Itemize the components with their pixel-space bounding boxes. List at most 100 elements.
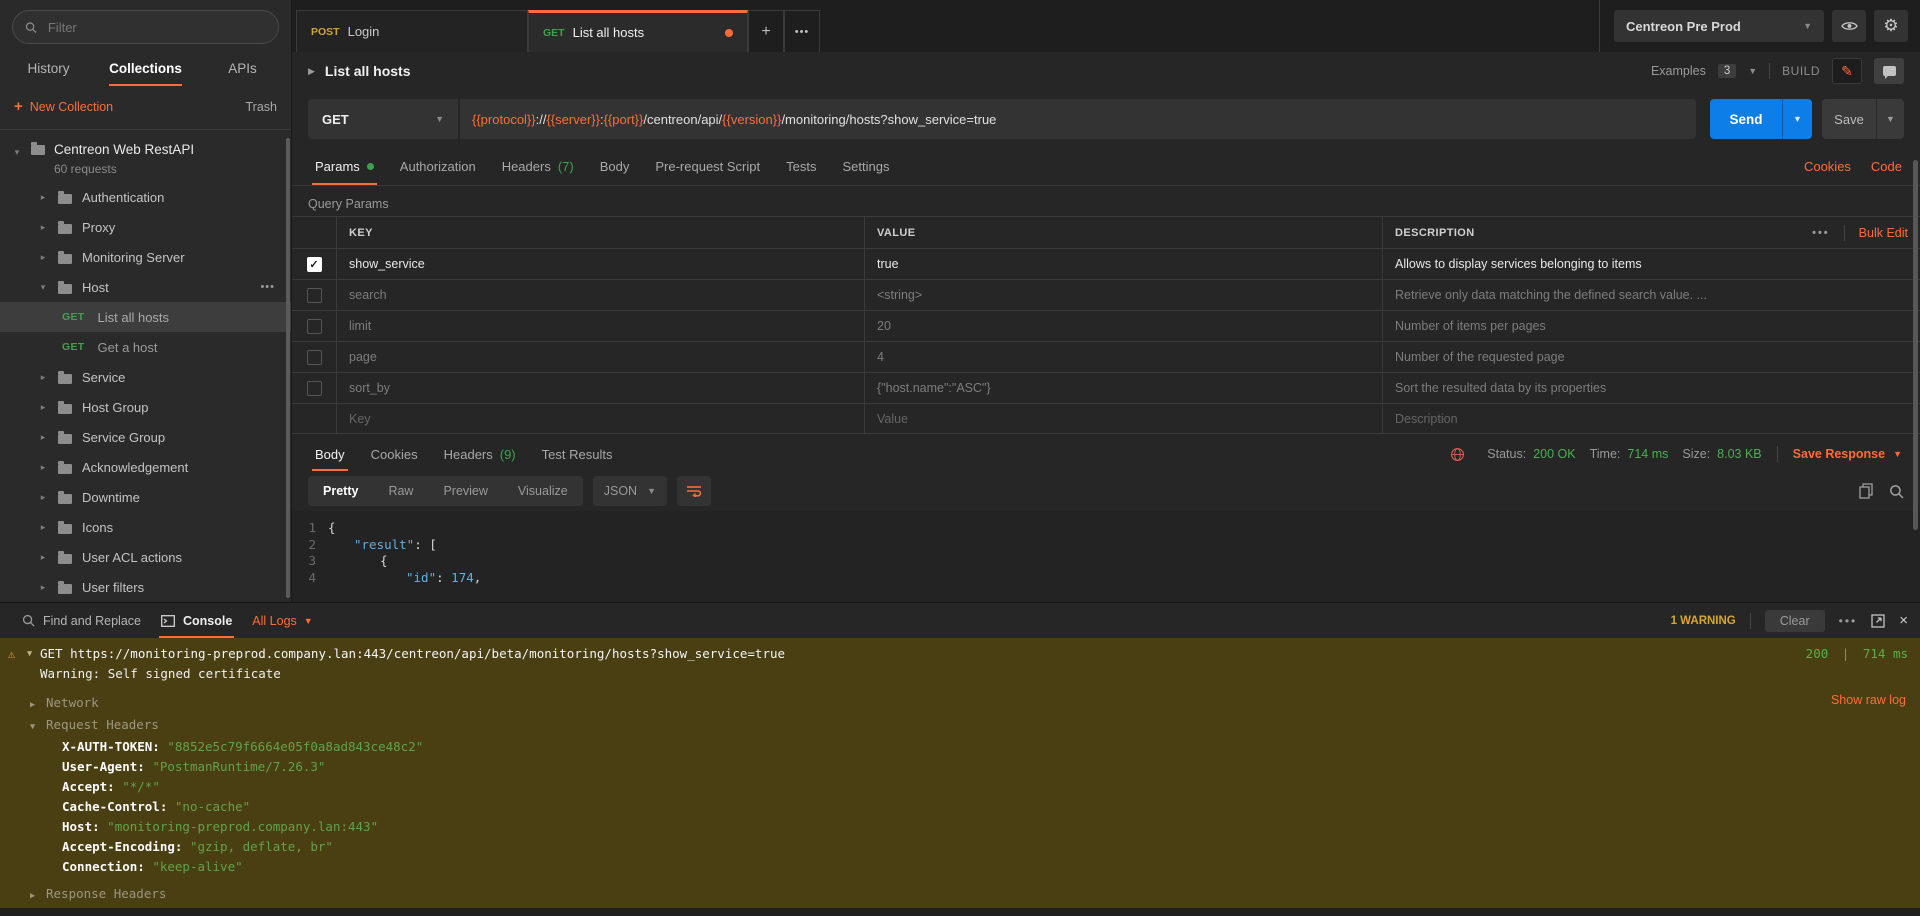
params-options-button[interactable]: ••• bbox=[1812, 227, 1830, 239]
param-value[interactable]: {"host.name":"ASC"} bbox=[864, 373, 1382, 403]
sidebar-item-host[interactable]: ▾Host ••• bbox=[0, 272, 291, 302]
new-collection-button[interactable]: + New Collection bbox=[14, 98, 113, 115]
bulk-edit-link[interactable]: Bulk Edit bbox=[1859, 226, 1908, 240]
format-selector[interactable]: JSON ▼ bbox=[593, 476, 667, 506]
show-raw-log-link[interactable]: Show raw log bbox=[1831, 690, 1906, 710]
param-key[interactable]: search bbox=[336, 280, 864, 310]
close-console-icon[interactable]: × bbox=[1899, 612, 1908, 629]
param-key[interactable]: limit bbox=[336, 311, 864, 341]
clear-console-button[interactable]: Clear bbox=[1765, 610, 1825, 632]
param-value[interactable]: true bbox=[864, 249, 1382, 279]
sidebar-item-proxy[interactable]: ▸Proxy bbox=[0, 212, 291, 242]
checkbox-unchecked[interactable] bbox=[307, 350, 322, 365]
param-key[interactable]: sort_by bbox=[336, 373, 864, 403]
tab-settings[interactable]: Settings bbox=[829, 148, 902, 185]
copy-icon[interactable] bbox=[1859, 483, 1873, 499]
console-log[interactable]: ⚠ ▼ GET https://monitoring-preprod.compa… bbox=[0, 638, 1920, 908]
tab-params[interactable]: Params bbox=[302, 148, 387, 185]
console-response-headers-group[interactable]: ▶Response Headers bbox=[0, 884, 1920, 906]
sidebar-item-service-group[interactable]: ▸Service Group bbox=[0, 422, 291, 452]
sidebar-item-user-acl-actions[interactable]: ▸User ACL actions bbox=[0, 542, 291, 572]
method-selector[interactable]: GET ▼ bbox=[308, 99, 458, 139]
response-tab-body[interactable]: Body bbox=[302, 437, 358, 471]
param-key[interactable]: page bbox=[336, 342, 864, 372]
code-link[interactable]: Code bbox=[1871, 159, 1902, 174]
tab-list-all-hosts[interactable]: GET List all hosts bbox=[528, 10, 748, 52]
tab-history[interactable]: History bbox=[0, 52, 97, 84]
param-value[interactable]: 20 bbox=[864, 311, 1382, 341]
cookies-link[interactable]: Cookies bbox=[1804, 159, 1851, 174]
sidebar-item-monitoring-server[interactable]: ▸Monitoring Server bbox=[0, 242, 291, 272]
environment-quick-look-button[interactable] bbox=[1832, 10, 1866, 42]
sidebar-scrollbar[interactable] bbox=[286, 138, 290, 598]
sidebar-item-authentication[interactable]: ▸Authentication bbox=[0, 182, 291, 212]
tab-headers[interactable]: Headers(7) bbox=[489, 148, 587, 185]
sidebar-request-list-all-hosts[interactable]: GET List all hosts bbox=[0, 302, 291, 332]
sidebar-item-icons[interactable]: ▸Icons bbox=[0, 512, 291, 542]
filter-input[interactable] bbox=[46, 19, 266, 36]
console-network-group[interactable]: ▶Network bbox=[0, 693, 1920, 715]
view-raw[interactable]: Raw bbox=[373, 476, 428, 506]
folder-icon bbox=[58, 254, 72, 264]
tab-apis[interactable]: APIs bbox=[194, 52, 291, 84]
tab-tests[interactable]: Tests bbox=[773, 148, 829, 185]
console-response-body-group[interactable]: ▶Response Body bbox=[0, 906, 1920, 908]
send-button[interactable]: Send bbox=[1710, 99, 1782, 139]
checkbox-unchecked[interactable] bbox=[307, 381, 322, 396]
sidebar-item-host-group[interactable]: ▸Host Group bbox=[0, 392, 291, 422]
main-scrollbar[interactable] bbox=[1913, 160, 1918, 530]
sidebar-item-acknowledgement[interactable]: ▸Acknowledgement bbox=[0, 452, 291, 482]
environment-selector[interactable]: Centreon Pre Prod ▼ bbox=[1614, 10, 1824, 42]
tab-collections[interactable]: Collections bbox=[97, 52, 194, 84]
tab-body[interactable]: Body bbox=[587, 148, 643, 185]
sidebar-item-downtime[interactable]: ▸Downtime bbox=[0, 482, 291, 512]
collection-root[interactable]: ▾ Centreon Web RestAPI 60 requests bbox=[0, 134, 291, 182]
param-value[interactable]: 4 bbox=[864, 342, 1382, 372]
tab-options-button[interactable]: ••• bbox=[784, 10, 820, 52]
settings-button[interactable]: ⚙ bbox=[1874, 10, 1908, 42]
new-tab-button[interactable]: + bbox=[748, 10, 784, 52]
param-key[interactable]: show_service bbox=[336, 249, 864, 279]
edit-mode-button[interactable]: ✎ bbox=[1832, 58, 1862, 84]
url-input[interactable]: {{protocol}}://{{server}}:{{port}}/centr… bbox=[458, 99, 1696, 139]
view-pretty[interactable]: Pretty bbox=[308, 476, 373, 506]
examples-label[interactable]: Examples bbox=[1651, 64, 1706, 78]
log-filter-selector[interactable]: All Logs ▼ bbox=[242, 614, 322, 628]
response-body-viewer[interactable]: 1 { 2 "result": [ 3 { 4 "id": 174, bbox=[292, 511, 1920, 602]
wrap-text-button[interactable] bbox=[677, 476, 711, 506]
folder-label: Downtime bbox=[82, 490, 140, 505]
sidebar-item-user-filters[interactable]: ▸User filters bbox=[0, 572, 291, 602]
param-value[interactable]: <string> bbox=[864, 280, 1382, 310]
console-tab[interactable]: Console bbox=[151, 603, 242, 638]
sidebar-request-get-a-host[interactable]: GET Get a host bbox=[0, 332, 291, 362]
find-and-replace-button[interactable]: Find and Replace bbox=[12, 603, 151, 638]
response-tab-cookies[interactable]: Cookies bbox=[358, 437, 431, 471]
sidebar-item-service[interactable]: ▸Service bbox=[0, 362, 291, 392]
console-options-button[interactable]: ••• bbox=[1839, 614, 1858, 628]
response-tab-test-results[interactable]: Test Results bbox=[529, 437, 626, 471]
response-tab-headers[interactable]: Headers(9) bbox=[431, 437, 529, 471]
save-button[interactable]: Save bbox=[1822, 99, 1876, 139]
comments-button[interactable] bbox=[1874, 58, 1904, 84]
save-response-button[interactable]: Save Response ▼ bbox=[1793, 447, 1902, 461]
param-key-placeholder[interactable]: Key bbox=[336, 404, 864, 433]
chevron-right-icon: ▸ bbox=[38, 222, 48, 233]
chevron-down-icon[interactable]: ▼ bbox=[27, 644, 32, 664]
search-response-icon[interactable] bbox=[1889, 484, 1904, 499]
send-options-button[interactable]: ▼ bbox=[1782, 99, 1812, 139]
chevron-right-icon[interactable]: ▶ bbox=[308, 66, 315, 77]
save-options-button[interactable]: ▼ bbox=[1876, 99, 1904, 139]
console-request-headers-group[interactable]: ▼Request Headers bbox=[0, 715, 1920, 737]
tab-login[interactable]: POST Login bbox=[296, 10, 528, 52]
view-preview[interactable]: Preview bbox=[428, 476, 502, 506]
open-in-new-icon[interactable] bbox=[1871, 614, 1885, 628]
trash-button[interactable]: Trash bbox=[246, 100, 278, 114]
checkbox-checked[interactable]: ✓ bbox=[307, 257, 322, 272]
tab-prerequest-script[interactable]: Pre-request Script bbox=[642, 148, 773, 185]
checkbox-unchecked[interactable] bbox=[307, 319, 322, 334]
tab-authorization[interactable]: Authorization bbox=[387, 148, 489, 185]
param-value-placeholder[interactable]: Value bbox=[864, 404, 1382, 433]
chevron-down-icon[interactable]: ▼ bbox=[1748, 66, 1757, 76]
checkbox-unchecked[interactable] bbox=[307, 288, 322, 303]
view-visualize[interactable]: Visualize bbox=[503, 476, 583, 506]
